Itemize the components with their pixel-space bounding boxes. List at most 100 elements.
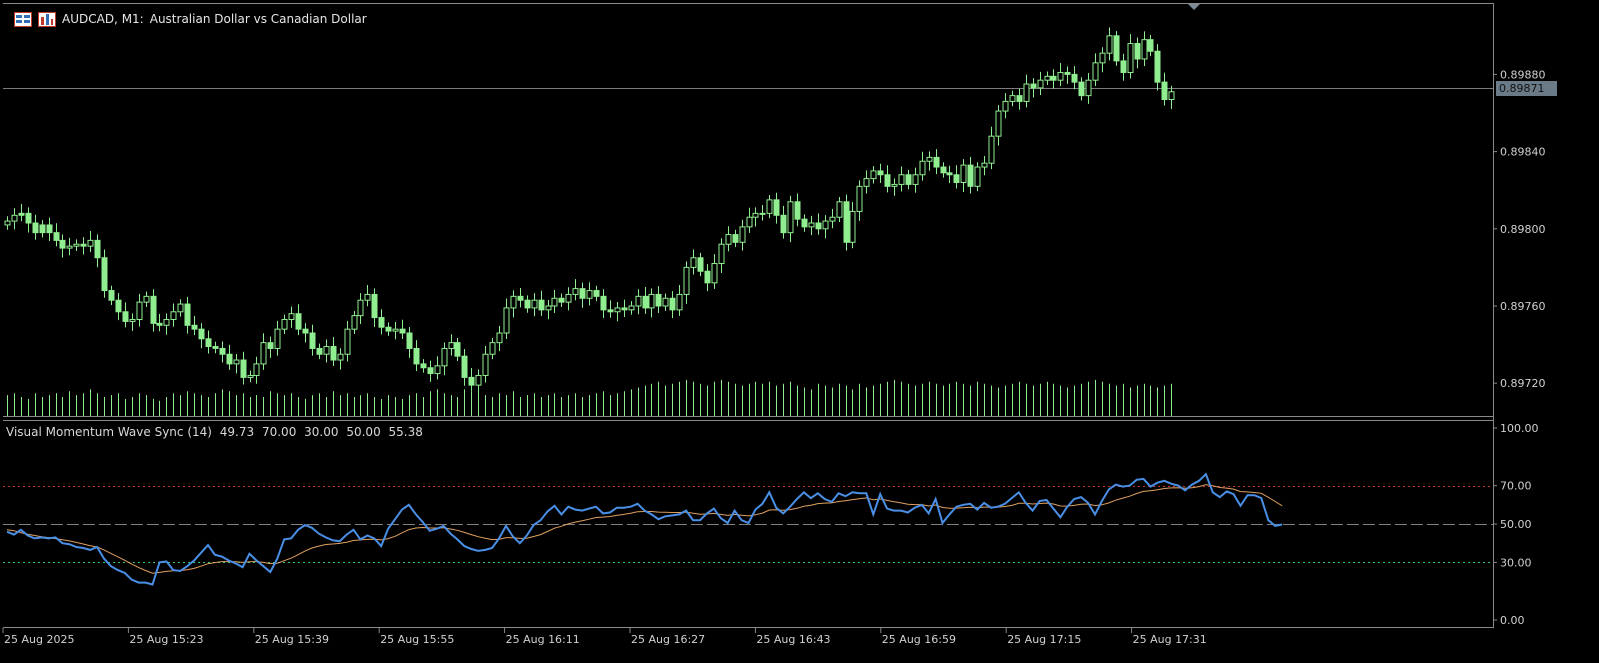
time-tick-label: 25 Aug 16:27 [631,633,705,646]
chart-bars-icon[interactable] [38,11,56,27]
indicator-label: Visual Momentum Wave Sync (14) 49.73 70.… [6,425,427,439]
candle [655,286,662,314]
candle-body [565,293,572,303]
price-tick-label: 0.89720 [1500,377,1546,390]
candle [351,310,358,334]
volume-bars [7,379,1172,416]
candle [988,126,995,170]
candle [226,344,233,370]
indicator-value: 55.38 [388,425,423,439]
candle [1078,77,1085,101]
time-tick-label: 25 Aug 17:31 [1133,633,1207,646]
candle-body [344,328,351,355]
candle-body [136,301,143,321]
candle-body [572,288,579,295]
candle [669,291,676,319]
candle-body [1106,35,1113,54]
candle-body [843,201,850,243]
candle [156,313,163,332]
candle [316,343,323,360]
candle-body [219,347,226,355]
candle-body [330,346,337,361]
chart-shift-marker-icon[interactable] [1188,4,1200,10]
candle-body [46,224,53,234]
price-tick-label: 0.89840 [1500,146,1546,159]
time-tick-label: 25 Aug 16:59 [882,633,956,646]
candle [1168,85,1175,109]
candle [136,293,143,327]
candle-body [905,174,912,185]
chart-grid-icon[interactable] [14,11,32,27]
candle [378,309,385,335]
candle [808,215,815,236]
candle [642,286,649,314]
candle [766,195,773,219]
candle [115,293,122,321]
candle-body [1154,50,1161,83]
candle [1120,53,1127,81]
candle-body [877,170,884,176]
candle [59,234,66,258]
candle-body [676,293,683,311]
candle [1071,66,1078,90]
candle-body [884,174,891,187]
candle-body [732,234,739,243]
candle-body [642,295,649,309]
candle-body [739,226,746,243]
candle-body [704,270,711,284]
candle-body [919,160,926,176]
candle [877,163,884,184]
candle-body [655,293,662,307]
candle-body [420,363,427,369]
candle [558,293,565,307]
candle [586,282,593,306]
candle-body [1023,83,1030,102]
candle [746,207,753,233]
candle [302,323,309,343]
candle [441,342,448,376]
candle [787,195,794,243]
candle [801,214,808,232]
candle-body [399,328,406,334]
candle-body [496,332,503,344]
candle [233,354,240,374]
candle-body [974,166,981,187]
candle-body [150,295,157,324]
candle [572,279,579,301]
candle-body [53,232,60,241]
candle [579,282,586,308]
candle-body [621,307,628,311]
candle [510,290,517,318]
candle [565,287,572,311]
candle [725,226,732,252]
candle [53,223,60,247]
candle-body [233,359,240,365]
candle-body [1134,43,1141,60]
candle-body [510,295,517,309]
candle-body [1064,71,1071,75]
candle [205,330,212,354]
candle [1064,66,1071,84]
candle-body [794,201,801,220]
candle-body [614,307,621,313]
candle [683,261,690,304]
candle-body [863,178,870,187]
time-tick-label: 25 Aug 16:11 [506,633,580,646]
signal-line [6,484,1283,574]
candle-body [122,311,129,322]
candle-body [960,164,967,183]
candle [240,351,247,385]
candle [482,345,489,383]
candle [163,313,170,335]
time-tick-label: 25 Aug 15:39 [255,633,329,646]
chart-description: Australian Dollar vs Canadian Dollar [149,12,367,26]
candle-body [503,307,510,334]
candle [662,293,669,311]
chart-canvas[interactable]: 0.89880 0.89840 0.89800 0.89760 0.89720 100.… [0,0,1599,663]
candle-body [11,214,18,222]
candle-body [746,216,753,228]
momentum-line [6,472,1283,586]
candle-body [683,266,690,295]
candle [1092,53,1099,87]
candle-body [108,290,115,301]
